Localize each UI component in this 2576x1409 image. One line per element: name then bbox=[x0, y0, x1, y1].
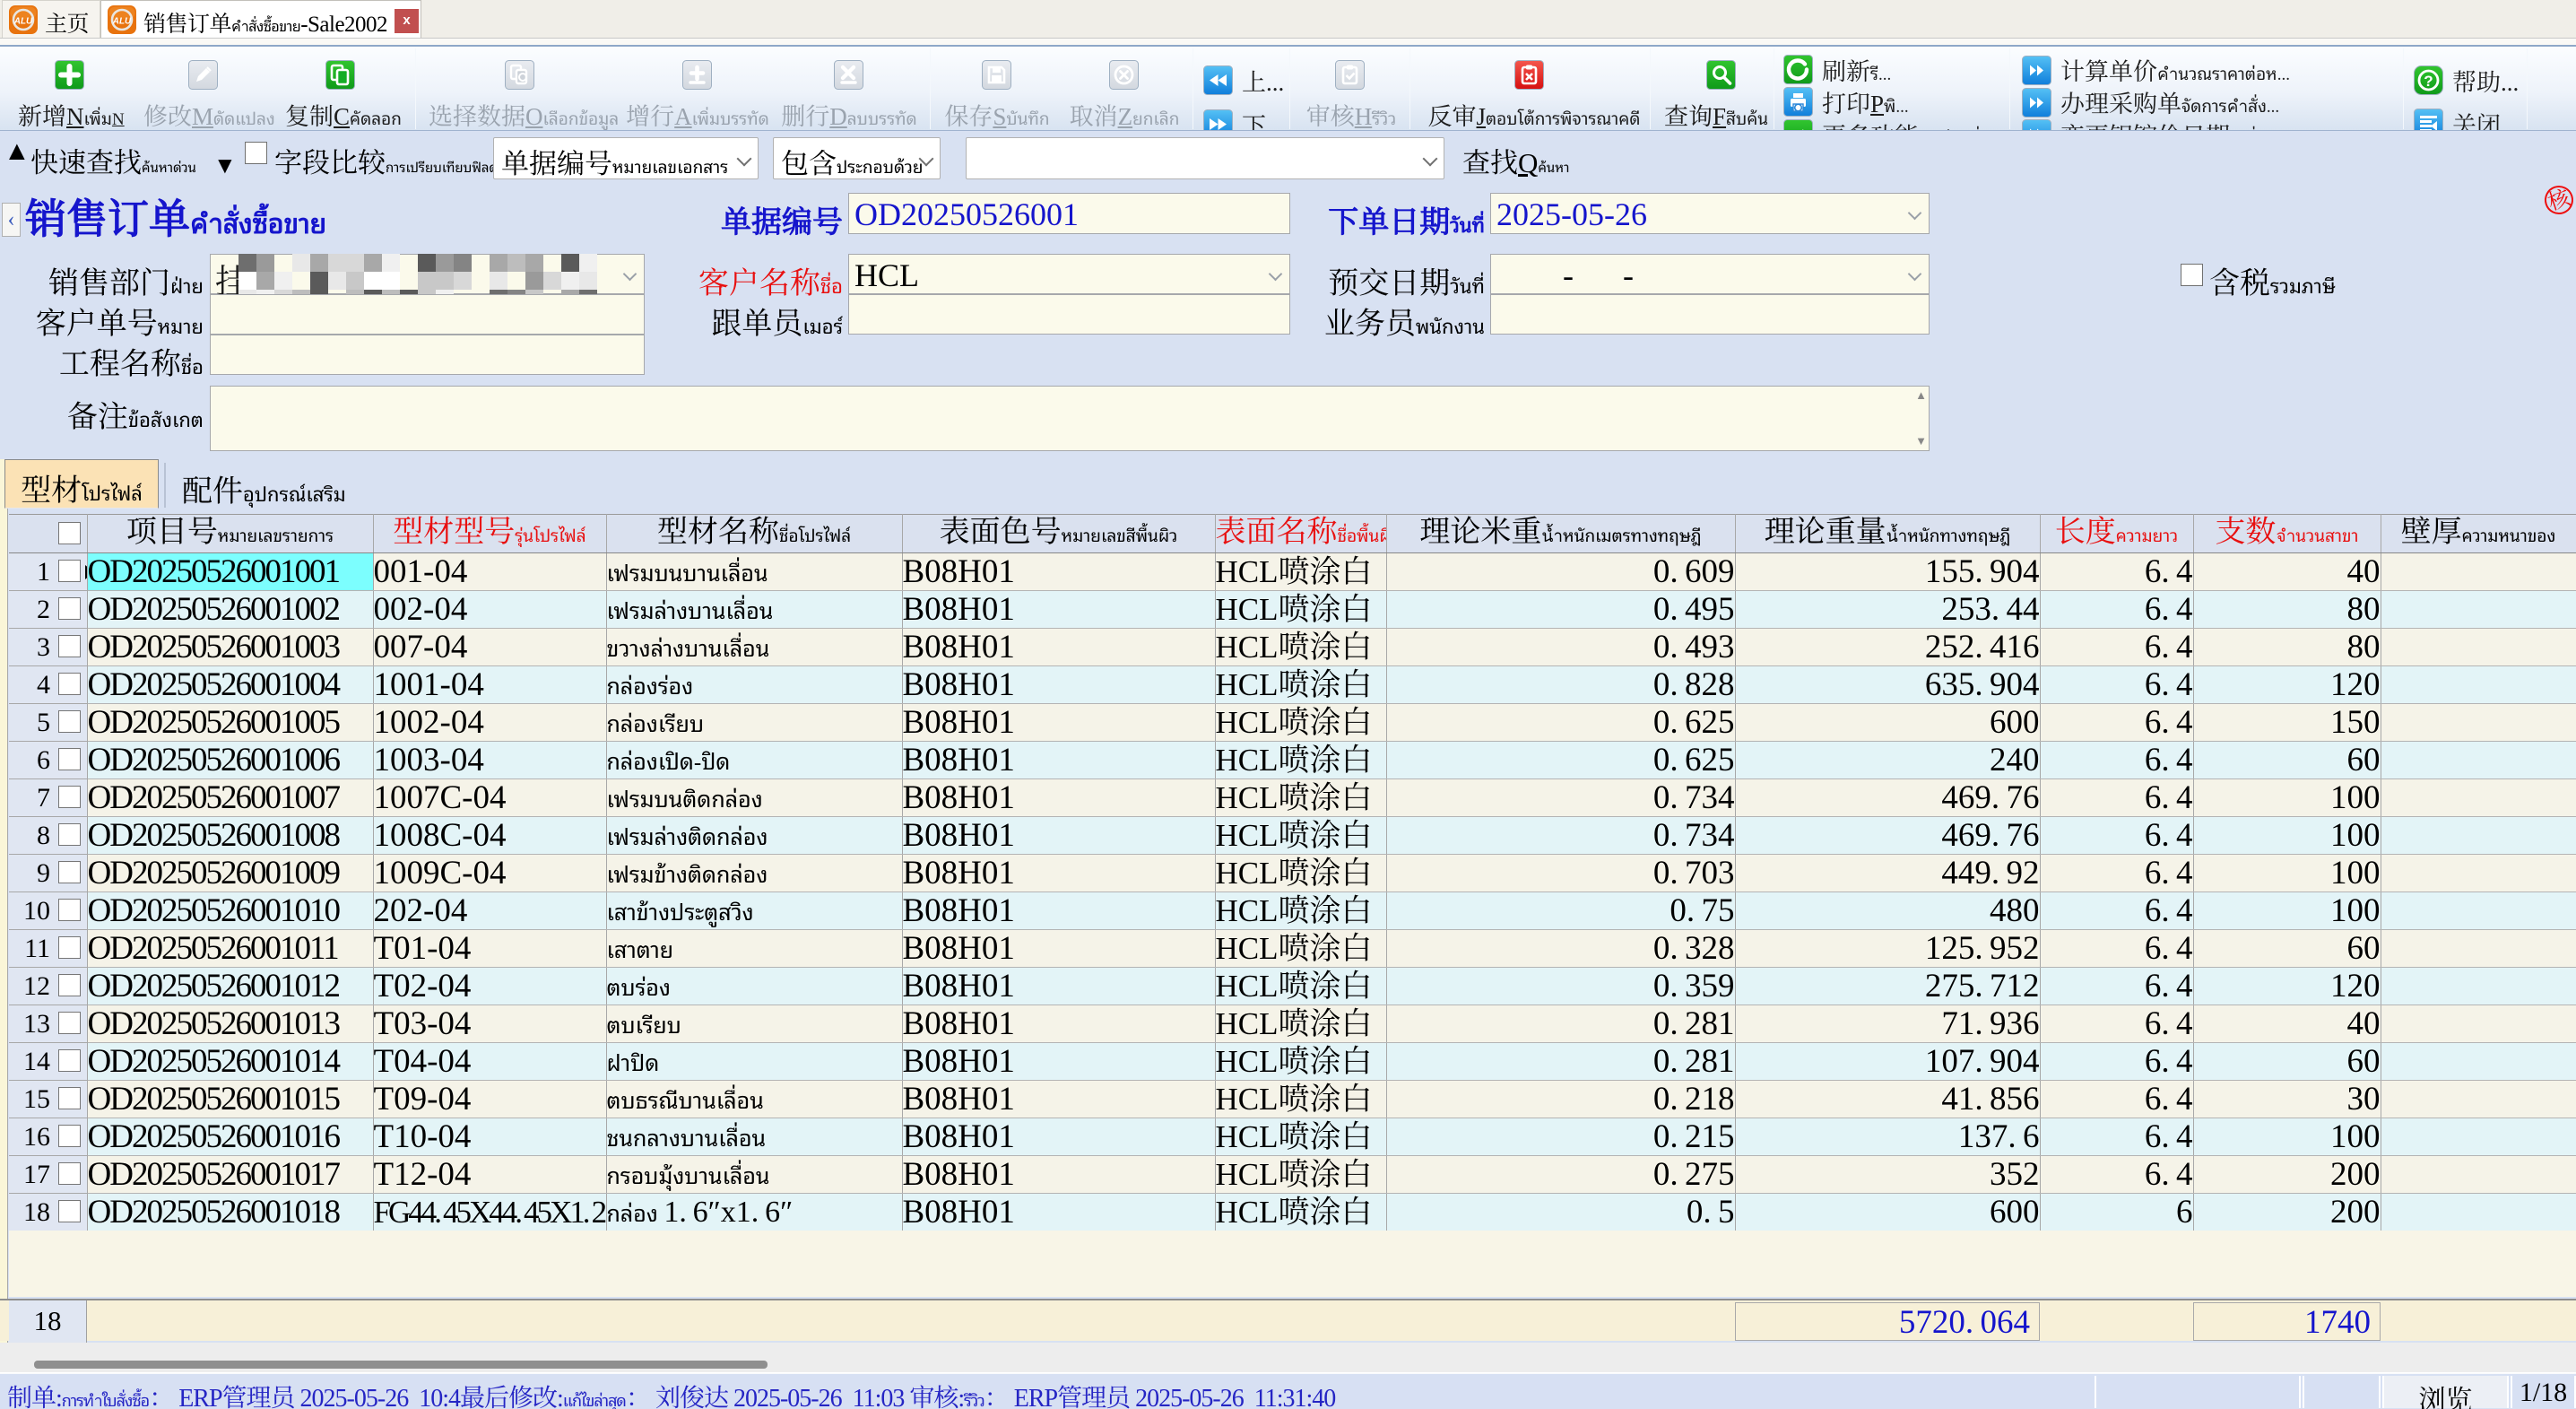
svg-text:ALU: ALU bbox=[13, 17, 33, 27]
svg-text:ALU: ALU bbox=[112, 17, 132, 27]
svg-text:?: ? bbox=[2424, 73, 2433, 90]
